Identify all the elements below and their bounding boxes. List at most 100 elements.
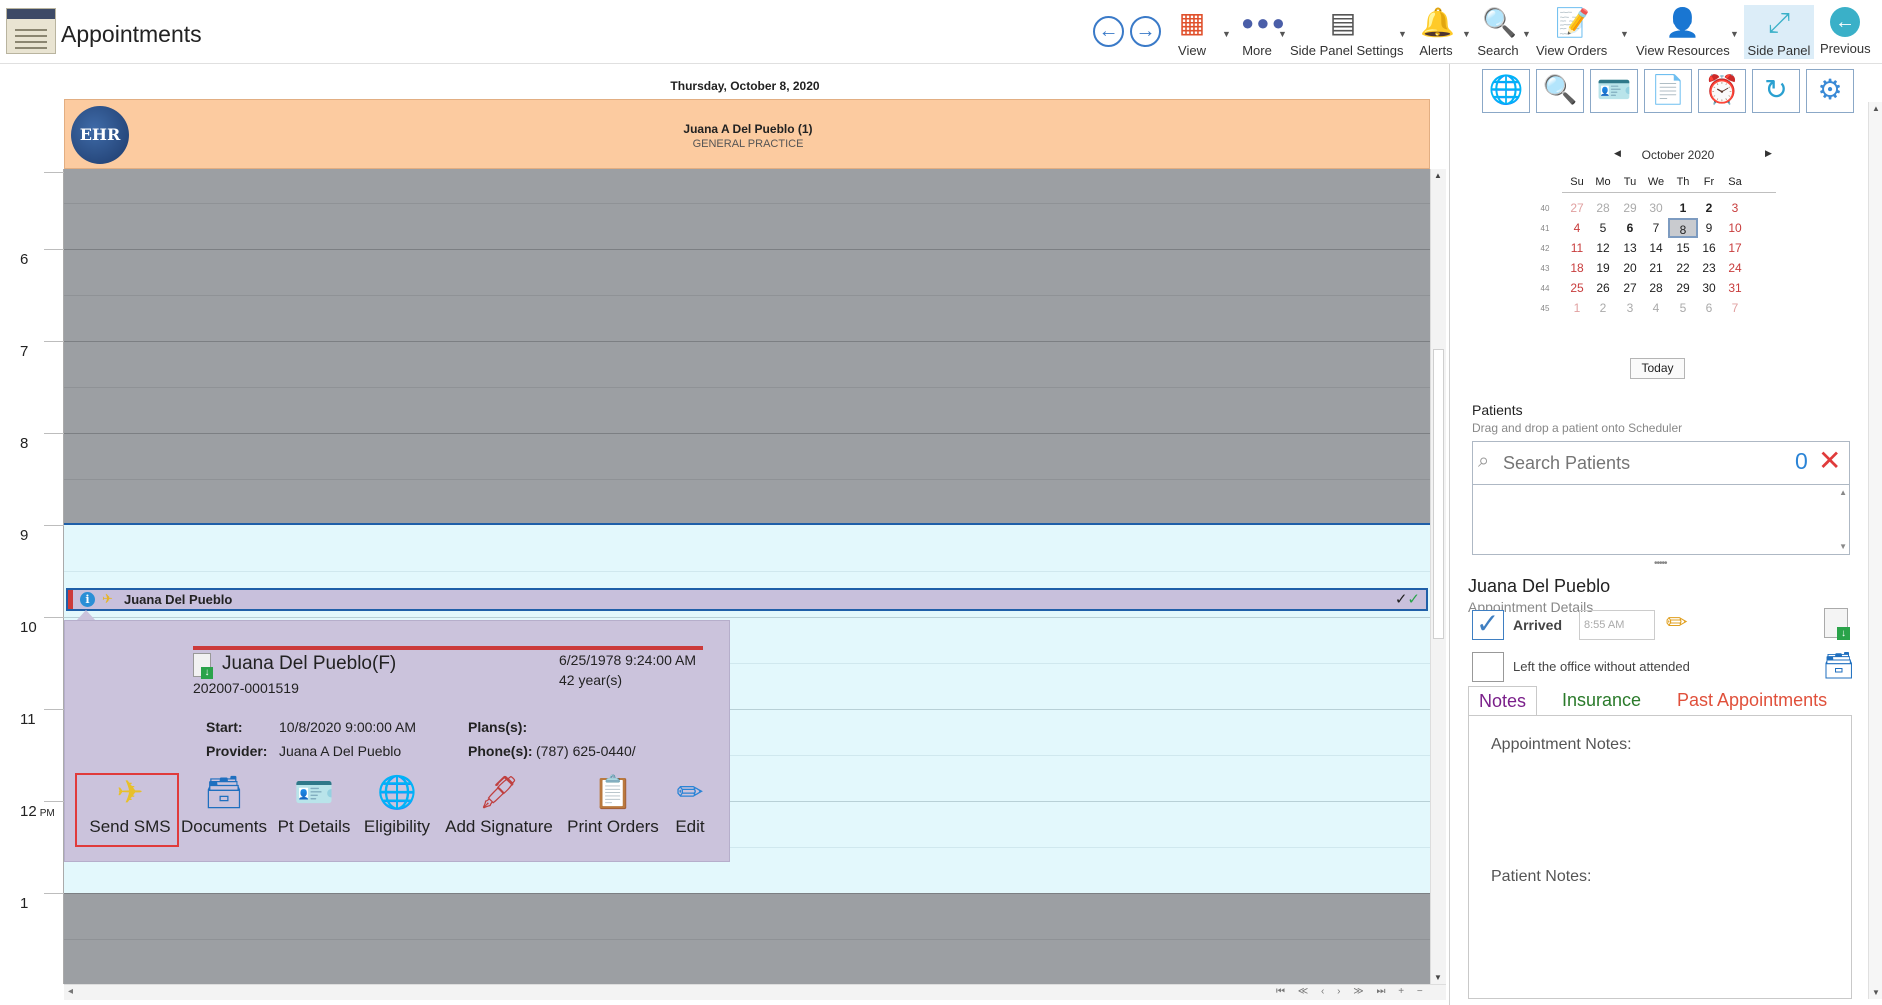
mini-cal-next-icon[interactable]: ▶ (1765, 148, 1772, 159)
patient-card-tool-icon[interactable]: 🪪 (1590, 69, 1638, 113)
hour-label: 8 (20, 435, 29, 452)
patient-card-icon: 🪪 (294, 774, 334, 810)
hour-label: 6 (20, 251, 29, 268)
scroll-thumb[interactable] (1433, 349, 1444, 639)
back-arrow-icon[interactable]: ← (1093, 16, 1124, 47)
more-button[interactable]: ●●● More (1236, 5, 1285, 59)
tab-insurance[interactable]: Insurance (1552, 686, 1651, 716)
previous-button[interactable]: ← Previous (1820, 5, 1871, 59)
arrived-label: Arrived (1513, 617, 1563, 633)
provider-label: Provider: (206, 743, 268, 759)
view-orders-button[interactable]: 📝 View Orders (1536, 5, 1607, 59)
resource-navigator-icon[interactable]: ⏮ ≪ ‹ › ≫ ⏭ + − (1276, 986, 1428, 997)
scroll-down-icon[interactable]: ▼ (1434, 973, 1442, 982)
mini-cal-day[interactable]: 5 (1588, 218, 1618, 238)
more-dropdown-icon[interactable]: ▼ (1278, 5, 1288, 59)
mini-cal-day[interactable]: 7 (1641, 218, 1671, 238)
info-icon[interactable]: i (80, 592, 95, 607)
clear-x-icon[interactable]: ✕ (1818, 444, 1841, 477)
document-download-icon[interactable] (1824, 608, 1850, 640)
alerts-button[interactable]: 🔔 Alerts (1416, 5, 1456, 59)
hour-label-noon: 12 PM (20, 803, 55, 820)
scroll-left-icon[interactable]: ◂ (68, 986, 73, 997)
side-panel: 🌐 🔍 🪪 📄 ⏰ ↻ ⚙ ◀ October 2020 ▶ Su Mo Tu We T… (1468, 64, 1882, 1005)
mini-cal-day[interactable]: 21 (1641, 258, 1671, 278)
side-scroll-up-icon[interactable]: ▲ (1872, 104, 1880, 113)
globe-tool-icon[interactable]: 🌐 (1482, 69, 1530, 113)
search-button[interactable]: 🔍 Search (1476, 5, 1520, 59)
side-panel-toggle[interactable]: ⤢ Side Panel (1744, 5, 1814, 59)
documents-button[interactable]: 🗃 Documents (178, 773, 270, 837)
mini-cal-day[interactable]: 28 (1641, 278, 1671, 298)
print-orders-button[interactable]: 📋 Print Orders (564, 773, 662, 837)
alarm-clock-icon[interactable]: ⏰ (1698, 69, 1746, 113)
search-dropdown-icon[interactable]: ▼ (1522, 5, 1532, 59)
arrived-time-field[interactable]: 8:55 AM (1579, 610, 1655, 640)
appointment-block[interactable]: i ✈ Juana Del Pueblo ✓✓ (66, 588, 1428, 611)
view-dropdown-icon[interactable]: ▼ (1222, 5, 1232, 59)
mini-cal-weekday: We (1647, 176, 1665, 188)
add-signature-button[interactable]: 🖋 Add Signature (441, 773, 557, 837)
settings-dropdown-icon[interactable]: ▼ (1398, 5, 1408, 59)
resources-dropdown-icon[interactable]: ▼ (1730, 5, 1740, 59)
mini-cal-day[interactable]: 24 (1720, 258, 1750, 278)
scroll-up-icon[interactable]: ▲ (1434, 171, 1442, 180)
notes-pane: Appointment Notes: Patient Notes: (1468, 715, 1852, 999)
tab-notes[interactable]: Notes (1468, 686, 1538, 716)
mini-cal-day[interactable]: 28 (1588, 198, 1618, 218)
mini-cal-day[interactable]: 3 (1720, 198, 1750, 218)
selected-patient-name: Juana Del Pueblo (1468, 576, 1611, 596)
edit-pencil-icon[interactable]: ✏ (1666, 607, 1688, 638)
mini-cal-day[interactable]: 4 (1641, 298, 1671, 318)
side-panel-scrollbar[interactable]: ▲ ▼ (1868, 102, 1882, 999)
status-bar (68, 590, 73, 609)
search-tool-icon[interactable]: 🔍 (1536, 69, 1584, 113)
view-button[interactable]: ▦ View (1172, 5, 1212, 59)
mini-cal-day[interactable]: 19 (1588, 258, 1618, 278)
patient-results-list[interactable]: ▲ ▼ (1472, 485, 1850, 555)
mini-cal-day[interactable]: 26 (1588, 278, 1618, 298)
resource-name: Juana A Del Pueblo (1) (683, 122, 813, 136)
previous-circle-icon: ← (1830, 7, 1860, 37)
plans-label: Plans(s): (468, 719, 528, 735)
left-without-attended-checkbox[interactable] (1472, 652, 1504, 682)
resource-specialty: GENERAL PRACTICE (692, 138, 804, 150)
view-resources-button[interactable]: 👤 View Resources (1636, 5, 1730, 59)
pt-details-button[interactable]: 🪪 Pt Details (275, 773, 353, 837)
side-panel-settings-button[interactable]: ▤ Side Panel Settings (1290, 5, 1403, 59)
side-scroll-down-icon[interactable]: ▼ (1872, 988, 1880, 997)
arrived-checkbox[interactable] (1472, 607, 1504, 640)
send-sms-button[interactable]: ✈ Send SMS (85, 773, 175, 837)
refresh-icon[interactable]: ↻ (1752, 69, 1800, 113)
magnifier-icon: 🔍 (1482, 7, 1517, 38)
mini-cal-day[interactable]: 17 (1720, 238, 1750, 258)
mini-cal-week-number: 42 (1540, 244, 1550, 253)
tab-past-appointments[interactable]: Past Appointments (1667, 686, 1837, 716)
forward-arrow-icon[interactable]: → (1130, 16, 1161, 47)
document-tray-icon[interactable]: 🗃 (1822, 650, 1855, 681)
gears-icon[interactable]: ⚙ (1806, 69, 1854, 113)
popup-dob: 6/25/1978 9:24:00 AM (559, 652, 696, 668)
mini-cal-day[interactable]: 14 (1641, 238, 1671, 258)
patient-notes-label: Patient Notes: (1491, 868, 1592, 885)
today-button[interactable]: Today (1630, 358, 1685, 379)
vertical-scrollbar[interactable]: ▲ ▼ (1430, 169, 1446, 984)
mini-cal-day[interactable]: 31 (1720, 278, 1750, 298)
resize-grip-icon[interactable]: ••••• (1654, 558, 1667, 569)
eligibility-button[interactable]: 🌐 Eligibility (358, 773, 436, 837)
orders-dropdown-icon[interactable]: ▼ (1620, 5, 1630, 59)
edit-button[interactable]: ✏ Edit (665, 773, 715, 837)
appointments-app-icon (6, 8, 56, 54)
list-scroll-down-icon[interactable]: ▼ (1839, 542, 1847, 551)
mini-cal-day[interactable]: 30 (1641, 198, 1671, 218)
mini-cal-day[interactable]: 7 (1720, 298, 1750, 318)
search-patients-input[interactable] (1503, 450, 1763, 476)
alerts-dropdown-icon[interactable]: ▼ (1462, 5, 1472, 59)
mini-cal-day[interactable]: 12 (1588, 238, 1618, 258)
hour-label: 11 (20, 711, 36, 728)
list-scroll-up-icon[interactable]: ▲ (1839, 488, 1847, 497)
horizontal-scrollbar[interactable]: ◂ ⏮ ≪ ‹ › ≫ ⏭ + − (64, 984, 1446, 1000)
list-tool-icon[interactable]: 📄 (1644, 69, 1692, 113)
mini-cal-day[interactable]: 2 (1588, 298, 1618, 318)
mini-cal-day[interactable]: 10 (1720, 218, 1750, 238)
